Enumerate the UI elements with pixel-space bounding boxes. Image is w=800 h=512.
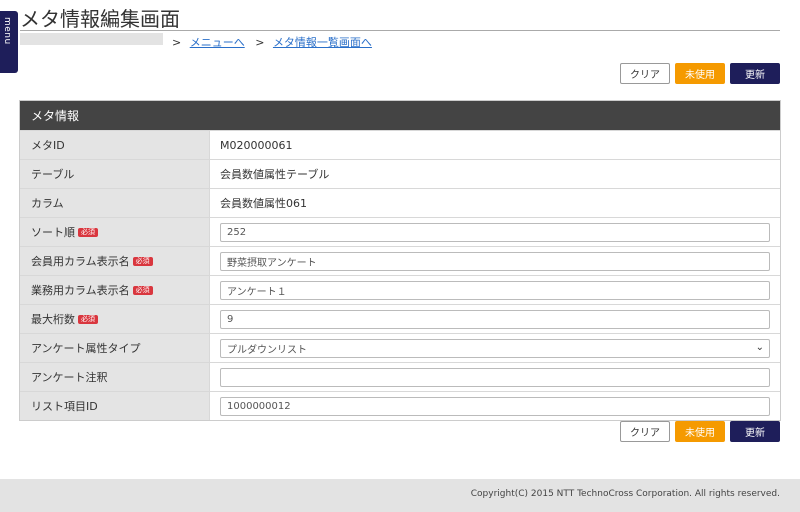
page-title: メタ情報編集画面 <box>20 7 180 31</box>
max-digits-input[interactable]: 9 <box>220 309 770 329</box>
row-column: カラム 会員数値属性061 <box>20 188 780 217</box>
meta-info-panel: メタ情報 メタID M020000061 テーブル 会員数値属性テーブル カラム… <box>19 100 781 421</box>
row-max-digits: 最大桁数 必須 9 <box>20 304 780 333</box>
label-survey-note: アンケート注釈 <box>20 363 210 391</box>
row-member-column-name: 会員用カラム表示名 必須 野菜摂取アンケート <box>20 246 780 275</box>
title-divider <box>20 30 780 31</box>
label-meta-id: メタID <box>20 131 210 159</box>
label-text: アンケート属性タイプ <box>31 342 141 355</box>
label-member-column-name: 会員用カラム表示名 必須 <box>20 247 210 275</box>
label-text: 業務用カラム表示名 <box>31 284 130 297</box>
update-button[interactable]: 更新 <box>730 421 780 442</box>
label-table: テーブル <box>20 160 210 188</box>
business-column-name-input[interactable]: アンケート１ <box>220 280 770 300</box>
clear-button[interactable]: クリア <box>620 421 670 442</box>
label-text: ソート順 <box>31 226 75 239</box>
top-button-bar: クリア 未使用 更新 <box>620 63 780 84</box>
row-meta-id: メタID M020000061 <box>20 130 780 159</box>
unused-button[interactable]: 未使用 <box>675 63 725 84</box>
value-table: 会員数値属性テーブル <box>210 160 780 188</box>
label-text: メタID <box>31 139 65 152</box>
row-table: テーブル 会員数値属性テーブル <box>20 159 780 188</box>
label-column: カラム <box>20 189 210 217</box>
breadcrumb-separator: > <box>255 36 265 49</box>
footer: Copyright(C) 2015 NTT TechnoCross Corpor… <box>0 479 800 512</box>
select-value: プルダウンリスト <box>227 344 307 356</box>
required-badge: 必須 <box>132 285 153 295</box>
clear-button[interactable]: クリア <box>620 63 670 84</box>
survey-attr-type-select[interactable]: プルダウンリスト ⌄ <box>220 338 770 358</box>
menu-tab-label: menu <box>2 17 12 45</box>
required-badge: 必須 <box>78 314 98 324</box>
breadcrumb: > メニューへ > メタ情報一覧画面へ <box>172 34 379 50</box>
sort-order-input[interactable]: 252 <box>220 222 770 242</box>
label-max-digits: 最大桁数 必須 <box>20 305 210 333</box>
menu-tab[interactable]: menu <box>0 11 18 73</box>
row-survey-attr-type: アンケート属性タイプ プルダウンリスト ⌄ <box>20 333 780 362</box>
value-column: 会員数値属性061 <box>210 189 780 217</box>
label-survey-attr-type: アンケート属性タイプ <box>20 334 210 362</box>
breadcrumb-separator: > <box>172 36 182 49</box>
label-text: テーブル <box>31 168 75 181</box>
value-cell: 1000000012 <box>210 392 780 420</box>
label-text: アンケート注釈 <box>31 371 108 384</box>
row-survey-note: アンケート注釈 <box>20 362 780 391</box>
value-cell: 9 <box>210 305 780 333</box>
value-cell: 野菜摂取アンケート <box>210 247 780 275</box>
breadcrumb-link-meta-list[interactable]: メタ情報一覧画面へ <box>273 36 372 49</box>
row-business-column-name: 業務用カラム表示名 必須 アンケート１ <box>20 275 780 304</box>
required-badge: 必須 <box>78 227 98 237</box>
member-column-name-input[interactable]: 野菜摂取アンケート <box>220 251 770 271</box>
label-text: カラム <box>31 197 64 210</box>
unused-button[interactable]: 未使用 <box>675 421 725 442</box>
value-cell <box>210 363 780 391</box>
label-text: 会員用カラム表示名 <box>31 255 130 268</box>
bottom-button-bar: クリア 未使用 更新 <box>620 421 780 442</box>
required-badge: 必須 <box>132 256 153 266</box>
label-business-column-name: 業務用カラム表示名 必須 <box>20 276 210 304</box>
panel-title: メタ情報 <box>20 101 780 130</box>
breadcrumb-placeholder <box>20 33 163 45</box>
value-cell: 252 <box>210 218 780 246</box>
breadcrumb-link-menu[interactable]: メニューへ <box>190 36 245 49</box>
row-list-item-id: リスト項目ID 1000000012 <box>20 391 780 420</box>
survey-note-input[interactable] <box>220 367 770 387</box>
label-text: 最大桁数 <box>31 313 75 326</box>
update-button[interactable]: 更新 <box>730 63 780 84</box>
value-cell: アンケート１ <box>210 276 780 304</box>
row-sort-order: ソート順 必須 252 <box>20 217 780 246</box>
chevron-down-icon: ⌄ <box>755 341 764 353</box>
label-sort-order: ソート順 必須 <box>20 218 210 246</box>
label-list-item-id: リスト項目ID <box>20 392 210 420</box>
copyright-text: Copyright(C) 2015 NTT TechnoCross Corpor… <box>470 489 780 499</box>
list-item-id-input[interactable]: 1000000012 <box>220 396 770 416</box>
value-cell: プルダウンリスト ⌄ <box>210 334 780 362</box>
value-meta-id: M020000061 <box>210 131 780 159</box>
label-text: リスト項目ID <box>31 400 98 413</box>
